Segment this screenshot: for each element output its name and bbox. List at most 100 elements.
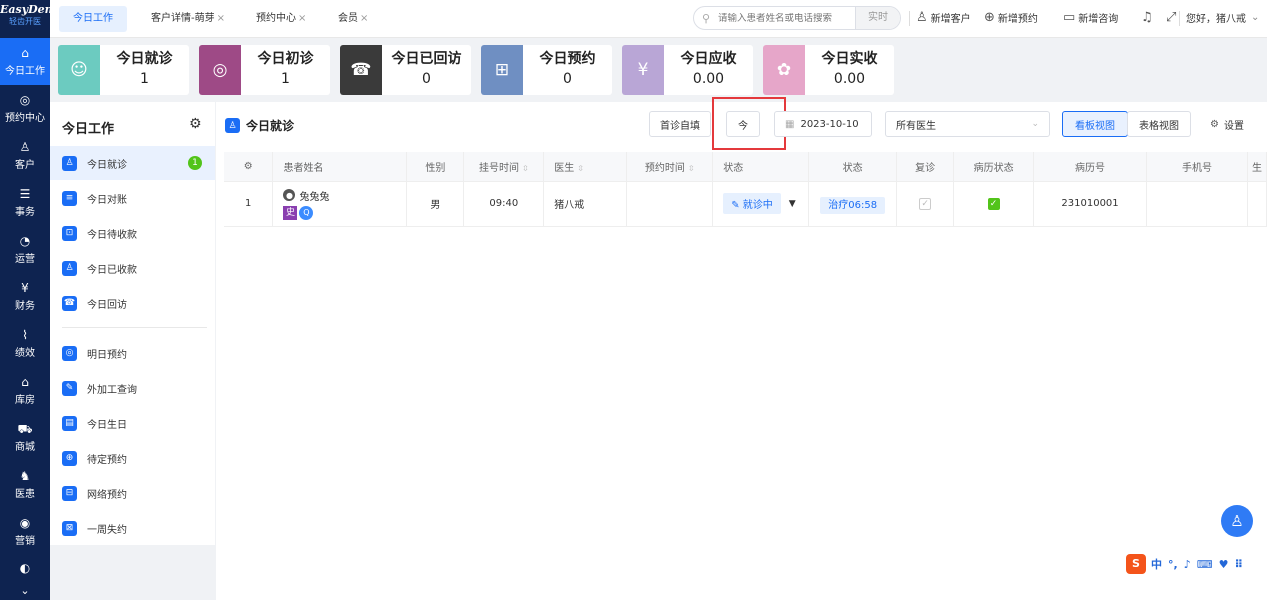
doctor-select[interactable]: 所有医生 ⌄	[885, 111, 1050, 137]
table-row[interactable]: 1 ● 兔兔兔 史Q 男 09:40 猪八戒 ✎ 就诊中 ▼ 治疗06:58 ✓…	[224, 181, 1267, 227]
ledger-icon: ≡	[62, 190, 77, 206]
card-value: 1	[140, 71, 149, 87]
gear-icon[interactable]: ⚙	[189, 116, 202, 132]
close-icon[interactable]: ×	[360, 13, 368, 24]
rail-label: 财务	[15, 301, 35, 312]
patient-name: 兔兔兔	[299, 191, 330, 203]
assistant-button[interactable]: ♙	[1221, 505, 1253, 537]
card-title: 今日实收	[821, 51, 878, 67]
phone-icon: ☎	[62, 295, 77, 311]
message-icon: ▭	[1063, 10, 1076, 25]
settings-button[interactable]: ⚙ 设置	[1210, 117, 1244, 132]
finance-icon: ¥	[21, 281, 29, 295]
count-badge: 1	[188, 156, 202, 170]
grid-icon[interactable]: ⠿	[1234, 558, 1243, 571]
status-dropdown[interactable]: ✎ 就诊中 ▼	[723, 193, 796, 214]
gear-icon: ⚙	[1210, 119, 1219, 130]
new-customer-button[interactable]: ♙ 新增客户	[916, 10, 971, 25]
sogou-logo-icon[interactable]: S	[1126, 554, 1146, 574]
chevron-down-icon[interactable]: ⌄	[0, 584, 50, 600]
tab-member[interactable]: 会员 ×	[338, 6, 368, 32]
column-header-doctor[interactable]: 医生 ⇳	[543, 152, 628, 182]
page-title-text: 今日就诊	[246, 119, 295, 133]
sidebar-item-today-visits[interactable]: ♙ 今日就诊 1	[50, 146, 215, 180]
column-header-reg-time[interactable]: 挂号时间 ⇳	[463, 152, 545, 182]
doctor-select-value: 所有医生	[896, 120, 936, 132]
date-picker[interactable]: ▦ 2023-10-10	[774, 111, 872, 137]
close-icon[interactable]: ×	[298, 13, 306, 24]
sort-icon: ⇳	[521, 163, 529, 173]
keyboard-icon[interactable]: ⌨	[1197, 558, 1213, 571]
rail-item-marketing[interactable]: ◉ 营销	[0, 508, 50, 555]
tab-today-work[interactable]: 今日工作	[59, 6, 127, 32]
record-status-checkbox[interactable]: ✓	[987, 197, 1000, 210]
card-today-first-visits[interactable]: ◎ 今日初诊 1	[199, 45, 330, 95]
rail-item-operations[interactable]: ◔ 运营	[0, 226, 50, 273]
sidebar-item-label: 今日回访	[87, 299, 127, 311]
first-visit-fill-button[interactable]: 首诊自填	[649, 111, 711, 137]
ime-punct[interactable]: °,	[1168, 558, 1178, 571]
rail-item-doctor-patient[interactable]: ♞ 医患	[0, 461, 50, 508]
page-title: ♙ 今日就诊	[225, 117, 294, 134]
card-today-visits[interactable]: ☺ 今日就诊 1	[58, 45, 189, 95]
search-input[interactable]	[718, 12, 855, 24]
revisit-checkbox[interactable]: ✓	[919, 197, 932, 210]
ime-lang[interactable]: 中	[1151, 556, 1162, 572]
new-consult-button[interactable]: ▭ 新增咨询	[1063, 10, 1118, 25]
patient-name-cell[interactable]: ● 兔兔兔 史Q	[272, 181, 408, 227]
sidebar-item-followup[interactable]: ☎ 今日回访	[50, 286, 215, 320]
rail-item-more[interactable]: ◐	[0, 555, 50, 583]
sidebar-item-birthdays[interactable]: ▤ 今日生日	[50, 406, 215, 440]
user-menu[interactable]: 您好，猪八戒 ⌄	[1186, 10, 1259, 25]
notification-button[interactable]: ♫	[1141, 10, 1156, 25]
sidebar-item-label: 今日待收款	[87, 229, 137, 241]
kanban-view-button[interactable]: 看板视图	[1062, 111, 1128, 137]
rail-item-today-work[interactable]: ⌂ 今日工作	[0, 38, 50, 85]
table-view-button[interactable]: 表格视图	[1127, 111, 1191, 137]
status-label: 就诊中	[742, 200, 773, 211]
search-icon: ⚲	[701, 11, 711, 25]
ime-toolbar: S 中 °, ♪ ⌨ ♥ ⠿	[1126, 554, 1249, 574]
phone-cell	[1146, 181, 1248, 227]
rail-item-warehouse[interactable]: ⌂ 库房	[0, 367, 50, 414]
tab-customer-detail[interactable]: 客户详情-萌芽 ×	[151, 6, 225, 32]
rail-item-tasks[interactable]: ☰ 事务	[0, 179, 50, 226]
card-today-followups[interactable]: ☎ 今日已回访 0	[340, 45, 471, 95]
skin-icon[interactable]: ♥	[1219, 558, 1229, 571]
fullscreen-button[interactable]: ⤢	[1166, 10, 1179, 25]
rail-item-customer[interactable]: ♙ 客户	[0, 132, 50, 179]
sidebar-item-pending-appointments[interactable]: ⊕ 待定预约	[50, 441, 215, 475]
sidebar-item-today-reconcile[interactable]: ≡ 今日对账	[50, 181, 215, 215]
sidebar-item-tomorrow-appointments[interactable]: ◎ 明日预约	[50, 336, 215, 370]
header-divider	[909, 11, 910, 26]
sidebar-item-outsourcing[interactable]: ✎ 外加工查询	[50, 371, 215, 405]
microphone-icon[interactable]: ♪	[1184, 558, 1191, 571]
card-today-received[interactable]: ✿ 今日实收 0.00	[763, 45, 894, 95]
main-panel: ♙ 今日就诊 首诊自填 今 ▦ 2023-10-10 所有医生 ⌄ 看板视图 表…	[216, 97, 1267, 600]
realtime-button[interactable]: 实时	[855, 7, 900, 29]
rail-item-performance[interactable]: ⌇ 绩效	[0, 320, 50, 367]
card-today-appointments[interactable]: ⊞ 今日预约 0	[481, 45, 612, 95]
sidebar-item-weekly-no-show[interactable]: ⊠ 一周失约	[50, 511, 215, 545]
column-header-appt-time[interactable]: 预约时间 ⇳	[626, 152, 714, 182]
card-today-receivable[interactable]: ¥ 今日应收 0.00	[622, 45, 753, 95]
close-icon[interactable]: ×	[217, 13, 225, 24]
visits-table: ⚙ 患者姓名 性别 挂号时间 ⇳ 医生 ⇳ 预约时间 ⇳ 状态 状态 复诊 病历状态 …	[224, 152, 1267, 227]
status-pill: ✎ 就诊中	[723, 193, 781, 214]
status-cell: ✎ 就诊中 ▼	[712, 181, 810, 227]
column-settings-header[interactable]: ⚙	[224, 152, 274, 182]
sidebar-item-pending-payment[interactable]: ⊡ 今日待收款	[50, 216, 215, 250]
tab-appointment-center[interactable]: 预约中心 ×	[256, 6, 306, 32]
sidebar-item-label: 今日已收款	[87, 264, 137, 276]
rail-item-finance[interactable]: ¥ 财务	[0, 273, 50, 320]
column-header-name: 患者姓名	[272, 152, 408, 182]
rail-item-mall[interactable]: ⛟ 商城	[0, 414, 50, 461]
rail-item-appointment[interactable]: ◎ 预约中心	[0, 85, 50, 132]
sidebar-item-label: 一周失约	[87, 524, 127, 536]
sidebar-item-online-appointments[interactable]: ⊟ 网络预约	[50, 476, 215, 510]
new-appointment-button[interactable]: ⊕ 新增预约	[984, 10, 1038, 25]
visit-icon: ♙	[62, 155, 77, 171]
rail-label: 预约中心	[5, 113, 45, 124]
treatment-badge[interactable]: 治疗06:58	[820, 197, 886, 214]
sidebar-item-paid[interactable]: ♙ 今日已收款	[50, 251, 215, 285]
